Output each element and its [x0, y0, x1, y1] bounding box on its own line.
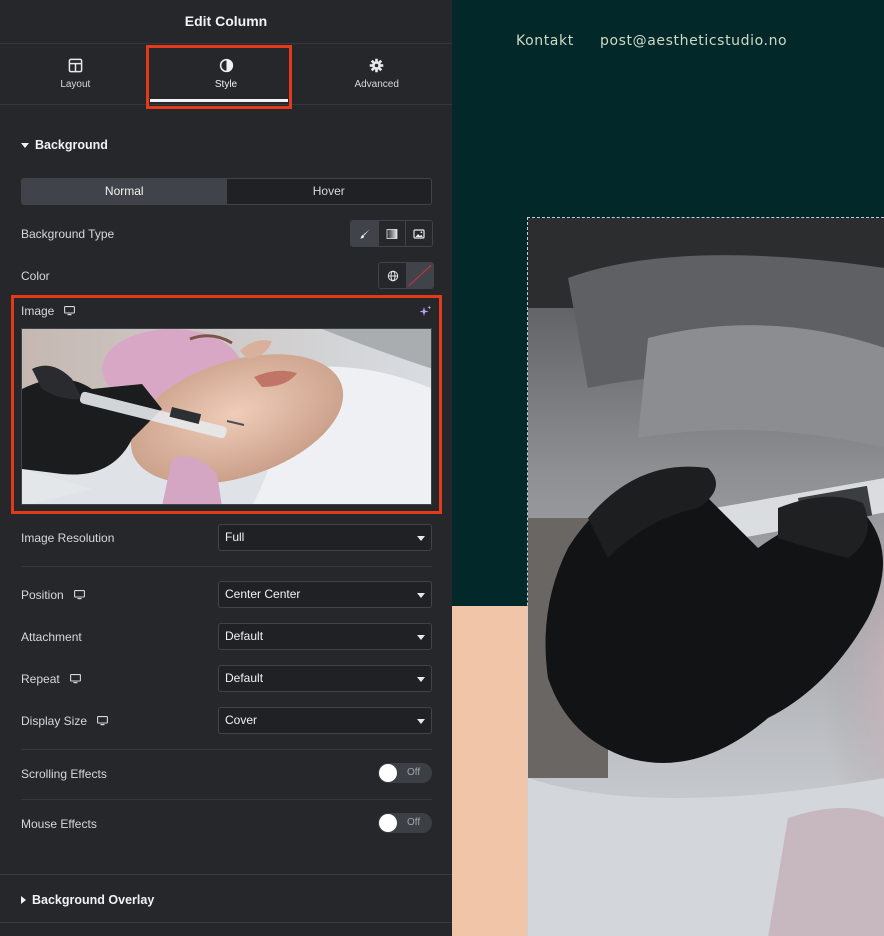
repeat-label-row: Repeat: [21, 672, 81, 686]
background-photo: [528, 218, 884, 936]
image-resolution-select[interactable]: Full: [218, 524, 432, 551]
background-type-label: Background Type: [21, 227, 115, 241]
tab-style[interactable]: Style: [151, 44, 302, 104]
toggle-knob: [379, 764, 397, 782]
attachment-label: Attachment: [21, 630, 82, 644]
desktop-icon[interactable]: [69, 674, 81, 684]
attachment-select[interactable]: Default: [218, 623, 432, 650]
desktop-icon[interactable]: [97, 716, 108, 726]
display-size-label: Display Size: [21, 714, 88, 728]
section-background-title: Background: [35, 138, 108, 152]
position-select[interactable]: Center Center: [218, 581, 432, 608]
active-tab-indicator: [150, 99, 288, 102]
color-controls: [378, 262, 434, 289]
image-resolution-label: Image Resolution: [21, 531, 115, 545]
caret-down-icon: [21, 142, 29, 148]
scrolling-effects-label: Scrolling Effects: [21, 767, 107, 781]
image-icon: [413, 228, 425, 239]
toggle-knob: [379, 814, 397, 832]
tab-label: Advanced: [354, 79, 399, 90]
divider: [21, 749, 432, 750]
color-label: Color: [21, 269, 50, 283]
nav-link-email[interactable]: post@aestheticstudio.no: [600, 33, 787, 49]
state-tab-normal[interactable]: Normal: [22, 179, 227, 204]
background-type-group: [350, 220, 433, 247]
no-color-slash-icon: [408, 265, 432, 286]
state-tab-hover[interactable]: Hover: [226, 179, 431, 204]
divider: [21, 799, 432, 800]
section-overlay-title: Background Overlay: [32, 893, 155, 907]
background-type-video[interactable]: [405, 221, 432, 246]
desktop-icon[interactable]: [73, 590, 85, 600]
image-label-row: Image: [21, 304, 76, 318]
image-thumbnail: [22, 329, 431, 504]
nav-link-kontakt[interactable]: Kontakt: [516, 33, 574, 49]
contrast-icon: [219, 58, 233, 73]
tab-label: Style: [214, 79, 238, 90]
gear-icon: [369, 58, 384, 73]
caret-right-icon: [21, 896, 26, 904]
image-label: Image: [21, 304, 55, 318]
brush-icon: [359, 228, 370, 239]
panel-title: Edit Column: [0, 0, 452, 44]
scrolling-effects-toggle[interactable]: Off: [378, 763, 432, 783]
position-label-row: Position: [21, 588, 85, 602]
layout-icon: [68, 58, 83, 73]
tab-advanced[interactable]: Advanced: [301, 44, 452, 104]
display-size-select[interactable]: Cover: [218, 707, 432, 734]
desktop-icon[interactable]: [64, 306, 76, 316]
state-switcher: Normal Hover: [21, 178, 432, 205]
section-divider: [0, 922, 452, 923]
toggle-state: Off: [407, 767, 421, 778]
color-picker-swatch[interactable]: [406, 263, 433, 288]
section-background-toggle[interactable]: Background: [21, 138, 108, 152]
position-label: Position: [21, 588, 64, 602]
toggle-state: Off: [407, 817, 421, 828]
image-preview[interactable]: [21, 328, 432, 505]
page-preview: Kontakt post@aestheticstudio.no: [452, 0, 884, 936]
globe-icon: [387, 270, 398, 281]
repeat-select[interactable]: Default: [218, 665, 432, 692]
background-type-gradient[interactable]: [378, 221, 405, 246]
section-divider: [0, 874, 452, 875]
display-size-label-row: Display Size: [21, 714, 108, 728]
peach-accent-block: [452, 606, 532, 936]
mouse-effects-label: Mouse Effects: [21, 817, 97, 831]
tab-label: Layout: [60, 79, 91, 90]
divider: [21, 566, 432, 567]
gradient-icon: [386, 228, 398, 239]
section-overlay-toggle[interactable]: Background Overlay: [21, 893, 154, 907]
editor-panel: Edit Column Layout Style Advanced Backgr…: [0, 0, 452, 936]
ai-sparkle-icon[interactable]: [419, 305, 432, 318]
global-colors-button[interactable]: [379, 263, 406, 288]
mouse-effects-toggle[interactable]: Off: [378, 813, 432, 833]
repeat-label: Repeat: [21, 672, 60, 686]
tab-layout[interactable]: Layout: [0, 44, 151, 104]
panel-tabs: Layout Style Advanced: [0, 44, 452, 105]
column-background-image[interactable]: [527, 217, 884, 936]
background-type-classic[interactable]: [351, 221, 378, 246]
